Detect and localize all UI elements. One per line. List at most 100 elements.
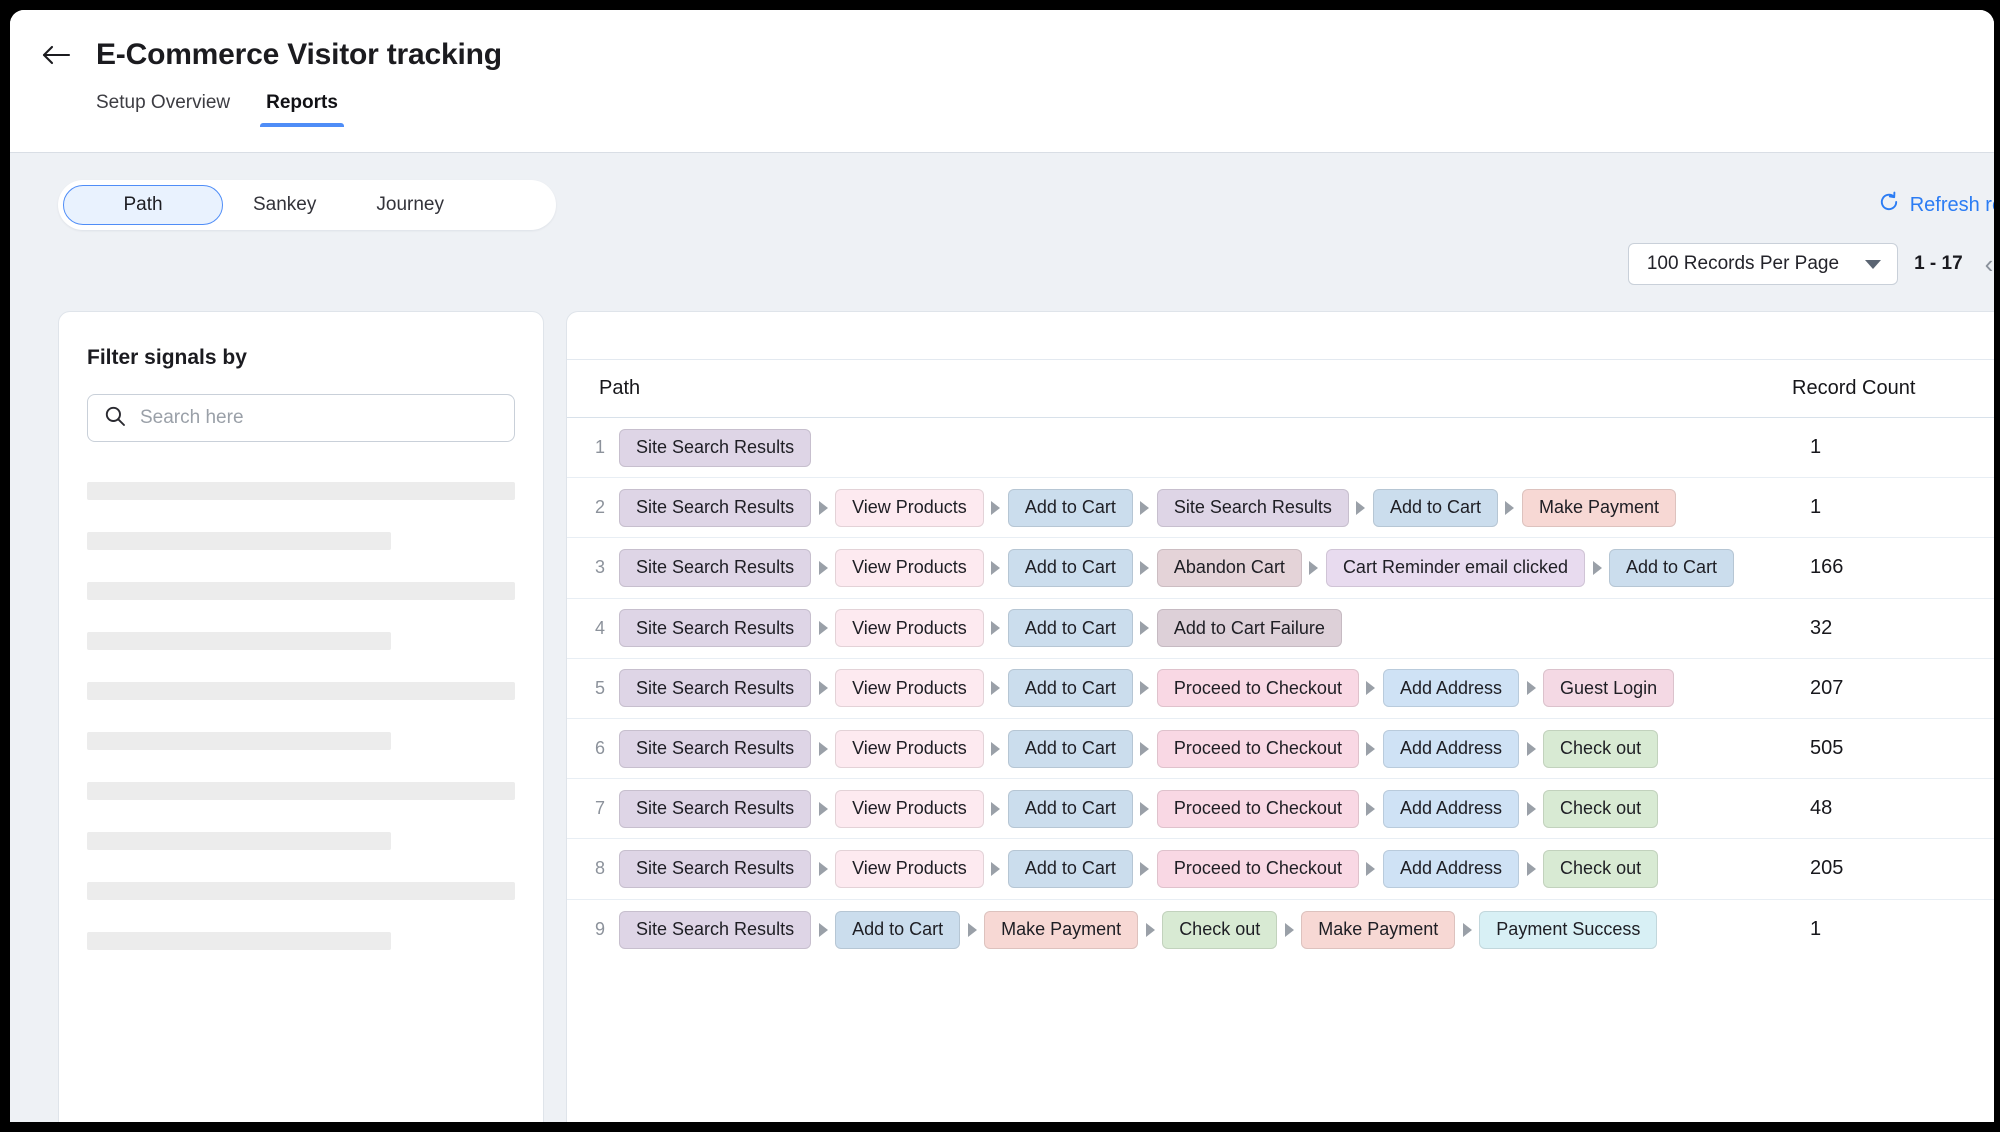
path-step-chip[interactable]: View Products (835, 849, 984, 888)
path-step-chip[interactable]: Check out (1543, 789, 1659, 828)
app-window: E-Commerce Visitor tracking Setup Overvi… (10, 10, 1994, 1122)
table-row[interactable]: 5 Site Search Results View Products Add to … (567, 658, 1994, 719)
path-step-chip[interactable]: Abandon Cart (1156, 548, 1302, 587)
skeleton-row (87, 732, 391, 750)
path-step-chip[interactable]: Add to Cart (1372, 488, 1498, 527)
path-step-chip[interactable]: Check out (1543, 849, 1659, 888)
path-step-chip[interactable]: Add to Cart (1007, 849, 1133, 888)
path-step-chip[interactable]: Add to Cart (1609, 548, 1735, 587)
step-separator-arrow-icon (1133, 621, 1157, 636)
path-step-chip[interactable]: Check out (1543, 729, 1659, 768)
path-step-chip[interactable]: Proceed to Checkout (1156, 669, 1359, 708)
step-separator-arrow-icon (811, 681, 835, 696)
path-step-chip[interactable]: Check out (1162, 910, 1278, 949)
path-step-chip[interactable]: Make Payment (984, 910, 1139, 949)
step-separator-arrow-icon (1138, 922, 1162, 937)
step-separator-arrow-icon (1133, 560, 1157, 575)
refresh-report-label: Refresh repor (1909, 193, 1994, 216)
view-mode-switcher: Path Sankey Journey (58, 180, 556, 230)
path-step-chip[interactable]: Add Address (1382, 669, 1520, 708)
tab-reports[interactable]: Reports (260, 92, 344, 127)
records-per-page-label: 100 Records Per Page (1646, 253, 1840, 274)
search-box[interactable] (87, 394, 515, 442)
step-separator-arrow-icon (1133, 741, 1157, 756)
path-step-chip[interactable]: Cart Reminder email clicked (1325, 548, 1586, 587)
table-row[interactable]: 1 Site Search Results 1 (567, 418, 1994, 479)
table-row[interactable]: 8 Site Search Results View Products Add to … (567, 839, 1994, 900)
row-index: 8 (595, 858, 606, 879)
table-row[interactable]: 3 Site Search Results View Products Add to … (567, 538, 1994, 599)
path-step-chip[interactable]: Add to Cart (835, 910, 961, 949)
record-count-value: 1 (1774, 478, 1994, 538)
refresh-icon (1878, 191, 1900, 219)
prev-page-button[interactable]: ‹ (1979, 251, 1994, 277)
path-step-chip[interactable]: Site Search Results (619, 609, 812, 648)
step-separator-arrow-icon (984, 741, 1008, 756)
path-step-chip[interactable]: View Products (835, 669, 984, 708)
refresh-report-button[interactable]: Refresh repor (1878, 191, 1994, 219)
table-row[interactable]: 7 Site Search Results View Products Add to … (567, 779, 1994, 840)
table-row[interactable]: 6 Site Search Results View Products Add to … (567, 718, 1994, 780)
step-separator-arrow-icon (984, 801, 1008, 816)
step-separator-arrow-icon (811, 621, 835, 636)
step-separator-arrow-icon (1359, 681, 1383, 696)
path-step-chip[interactable]: Site Search Results (619, 910, 812, 949)
row-index: 2 (595, 497, 606, 518)
path-step-chip[interactable]: Add Address (1382, 849, 1520, 888)
path-step-chip[interactable]: Add to Cart (1007, 669, 1133, 708)
view-mode-path[interactable]: Path (63, 185, 223, 225)
path-step-chip[interactable]: Site Search Results (619, 729, 812, 768)
path-step-chip[interactable]: Add Address (1382, 789, 1520, 828)
step-separator-arrow-icon (811, 500, 835, 515)
path-step-chip[interactable]: Add to Cart (1007, 488, 1133, 527)
title-row: E-Commerce Visitor tracking (40, 10, 1994, 72)
skeleton-row (87, 882, 515, 900)
back-arrow-icon[interactable] (40, 38, 74, 72)
path-step-chip[interactable]: Site Search Results (619, 428, 812, 467)
path-step-chip[interactable]: Add to Cart (1007, 609, 1133, 648)
step-separator-arrow-icon (984, 621, 1008, 636)
path-step-chip[interactable]: Make Payment (1521, 488, 1677, 527)
path-step-chip[interactable]: Site Search Results (1156, 488, 1349, 527)
tab-setup-overview[interactable]: Setup Overview (96, 92, 230, 127)
table-row[interactable]: 2 Site Search Results View Products Add to … (567, 478, 1994, 539)
path-step-chip[interactable]: Site Search Results (619, 669, 812, 708)
path-step-chip[interactable]: View Products (835, 488, 984, 527)
table-row[interactable]: 9 Site Search Results Add to Cart Make Paym… (567, 899, 1994, 960)
path-step-chip[interactable]: View Products (835, 609, 984, 648)
skeleton-row (87, 782, 515, 800)
path-step-chip[interactable]: Payment Success (1479, 910, 1658, 949)
path-step-chip[interactable]: Guest Login (1543, 669, 1675, 708)
path-step-chip[interactable]: Proceed to Checkout (1156, 849, 1359, 888)
step-separator-arrow-icon (984, 560, 1008, 575)
view-mode-sankey[interactable]: Sankey (223, 185, 346, 225)
path-step-chip[interactable]: Add to Cart (1007, 729, 1133, 768)
table-row[interactable]: 4 Site Search Results View Products Add to … (567, 598, 1994, 659)
path-step-chip[interactable]: Site Search Results (619, 548, 812, 587)
path-step-chip[interactable]: Add to Cart (1007, 789, 1133, 828)
search-input[interactable] (140, 407, 498, 429)
row-index: 1 (595, 437, 606, 458)
path-step-chip[interactable]: Add Address (1382, 729, 1520, 768)
path-step-chip[interactable]: Proceed to Checkout (1156, 789, 1359, 828)
path-step-chip[interactable]: Proceed to Checkout (1156, 729, 1359, 768)
path-step-chip[interactable]: Make Payment (1301, 910, 1456, 949)
view-mode-journey[interactable]: Journey (346, 185, 474, 225)
step-separator-arrow-icon (1133, 861, 1157, 876)
path-step-chip[interactable]: Site Search Results (619, 488, 812, 527)
records-per-page-select[interactable]: 100 Records Per Page (1627, 243, 1899, 285)
page-header: E-Commerce Visitor tracking Setup Overvi… (10, 10, 1994, 152)
path-step-chip[interactable]: Site Search Results (619, 849, 812, 888)
step-separator-arrow-icon (1519, 861, 1543, 876)
path-step-chip[interactable]: Site Search Results (619, 789, 812, 828)
step-separator-arrow-icon (811, 560, 835, 575)
record-count-value: 166 (1774, 538, 1994, 598)
row-index: 6 (595, 738, 606, 759)
path-step-chip[interactable]: View Products (835, 548, 984, 587)
step-separator-arrow-icon (1519, 741, 1543, 756)
path-step-chip[interactable]: Add to Cart Failure (1156, 609, 1342, 648)
path-step-chip[interactable]: View Products (835, 729, 984, 768)
path-step-chip[interactable]: View Products (835, 789, 984, 828)
path-step-chip[interactable]: Add to Cart (1007, 548, 1133, 587)
step-separator-arrow-icon (1585, 560, 1609, 575)
